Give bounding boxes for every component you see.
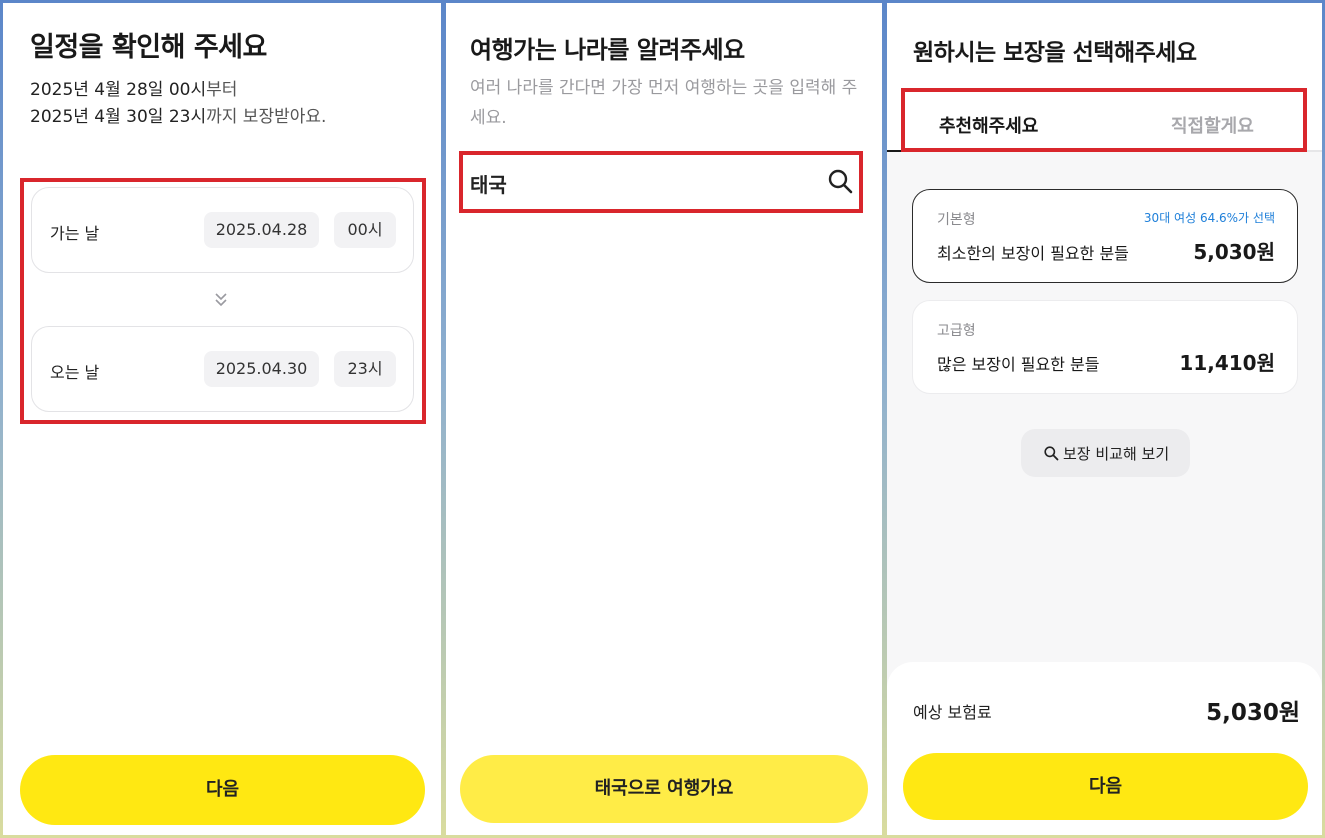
plan-card-basic[interactable]: 기본형 30대 여성 64.6%가 선택 최소한의 보장이 필요한 분들 5,0… [912,189,1298,283]
start-suffix: 부터 [206,80,238,100]
highlight-box [20,178,426,424]
highlight-box [901,88,1307,152]
end-datetime: 2025년 4월 30일 23시 [30,107,207,127]
plan-card-premium[interactable]: 고급형 많은 보장이 필요한 분들 11,410원 [912,300,1298,394]
page-title: 여행가는 나라를 알려주세요 [470,36,745,64]
schedule-panel: 일정을 확인해 주세요 2025년 4월 28일 00시부터 2025년 4월 … [3,3,441,835]
page-title: 원하시는 보장을 선택해주세요 [913,40,1197,66]
destination-panel: 여행가는 나라를 알려주세요 여러 나라를 간다면 가장 먼저 여행하는 곳을 … [446,3,882,835]
coverage-start-text: 2025년 4월 28일 00시부터 [30,77,237,104]
next-button[interactable]: 다음 [20,755,425,825]
plan-description: 많은 보장이 필요한 분들 [937,355,1100,374]
coverage-panel: 원하시는 보장을 선택해주세요 추천해주세요 직접할게요 기본형 30대 여성 … [887,3,1322,835]
premium-label: 예상 보험료 [913,703,992,722]
plan-price: 5,030원 [1193,240,1275,264]
end-suffix: 까지 보장받아요. [206,107,327,127]
coverage-end-text: 2025년 4월 30일 23시까지 보장받아요. [30,104,326,131]
plan-description: 최소한의 보장이 필요한 분들 [937,244,1129,263]
plan-popularity: 30대 여성 64.6%가 선택 [1143,211,1275,225]
highlight-box [459,151,863,213]
compare-coverage-button[interactable]: 보장 비교해 보기 [1021,429,1190,477]
premium-summary: 예상 보험료 5,030원 다음 [887,662,1322,835]
start-datetime: 2025년 4월 28일 00시 [30,80,207,100]
hint-text: 여러 나라를 간다면 가장 먼저 여행하는 곳을 입력해 주세요. [470,78,858,128]
premium-value: 5,030원 [1206,700,1300,726]
travel-confirm-button[interactable]: 태국으로 여행가요 [460,755,868,823]
plan-type: 기본형 [937,212,976,228]
compare-label: 보장 비교해 보기 [1063,445,1170,463]
next-button[interactable]: 다음 [903,753,1308,820]
plan-price: 11,410원 [1179,351,1275,375]
search-icon [1044,446,1059,461]
page-title: 일정을 확인해 주세요 [30,32,267,63]
plan-type: 고급형 [937,323,976,339]
